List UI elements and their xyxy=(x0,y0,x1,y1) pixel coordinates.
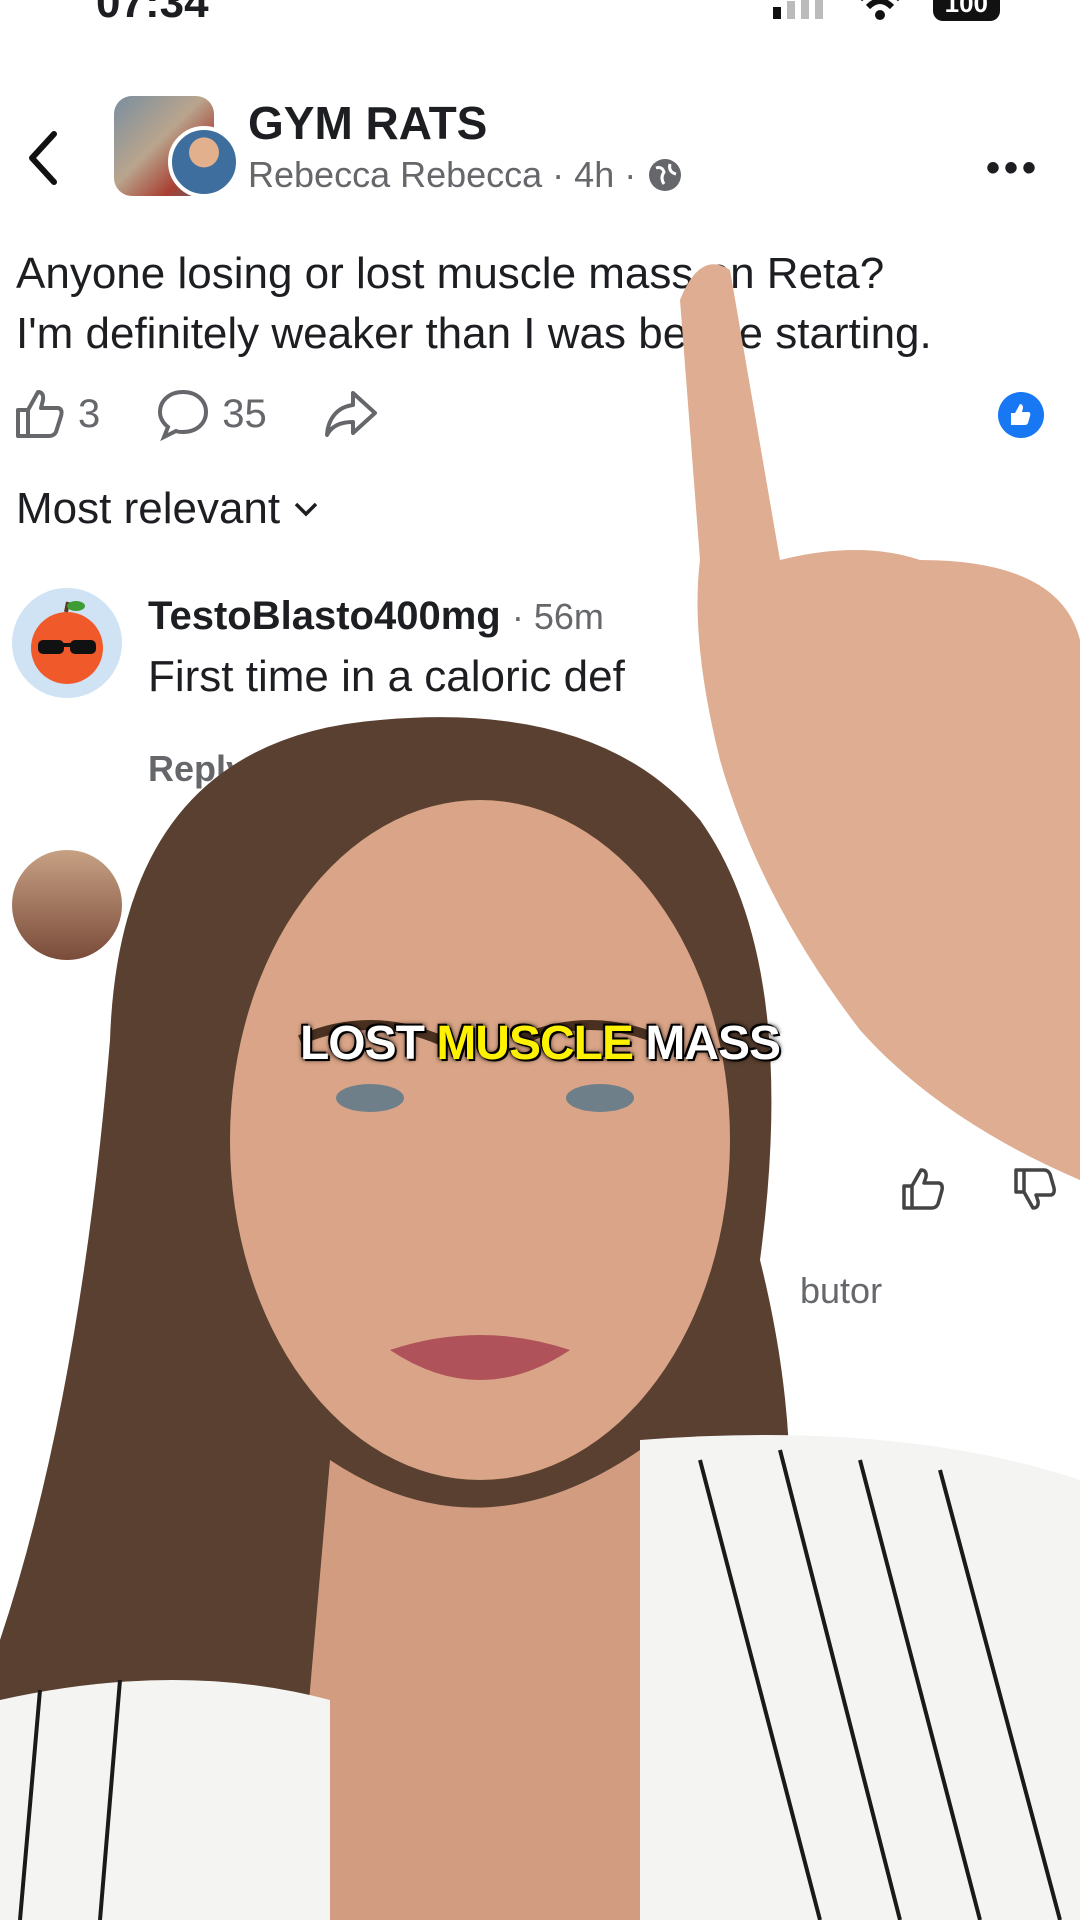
status-icons: 100 xyxy=(771,0,1000,21)
group-name[interactable]: GYM RATS xyxy=(248,96,487,150)
like-icon xyxy=(16,390,64,438)
post-actions: 3 35 xyxy=(14,384,1054,444)
comment-count: 35 xyxy=(222,391,267,436)
comment-time: · 56m xyxy=(511,596,604,637)
video-caption: LOST MUSCLE MASS xyxy=(0,1016,1080,1071)
reply-button[interactable]: Reply xyxy=(148,748,246,790)
caption-word: MASS xyxy=(645,1017,781,1070)
globe-icon xyxy=(649,159,682,191)
like-button[interactable]: 3 xyxy=(14,388,100,440)
back-icon[interactable] xyxy=(24,128,64,188)
avatar[interactable] xyxy=(12,850,122,960)
sort-dropdown[interactable]: Most relevant xyxy=(16,484,320,534)
comment-author-name[interactable]: TestoBlasto400mg xyxy=(148,594,501,638)
thumbs-up-icon[interactable] xyxy=(900,1166,946,1212)
like-count: 3 xyxy=(78,391,101,436)
caption-word: LOST xyxy=(299,1017,425,1070)
post-text-line: Anyone losing or lost muscle mass on Ret… xyxy=(16,249,885,298)
author-name[interactable]: Rebecca Rebecca xyxy=(248,154,542,196)
like-badge-icon xyxy=(998,392,1044,438)
status-bar: 07:34 100 xyxy=(0,0,1080,32)
sort-label: Most relevant xyxy=(16,484,281,533)
comment-icon xyxy=(158,389,209,441)
comment-author-name[interactable]: Hun xyxy=(148,856,226,901)
avatar[interactable] xyxy=(168,126,240,198)
comment-body: First time in a caloric def xyxy=(148,652,625,701)
avatar[interactable] xyxy=(12,588,122,698)
post-time: 4h xyxy=(574,154,615,195)
wifi-icon xyxy=(860,0,899,20)
more-icon[interactable]: ••• xyxy=(986,146,1040,191)
chevron-down-icon xyxy=(294,502,318,517)
contributor-label: butor xyxy=(800,1270,883,1311)
thumbs-down-icon[interactable] xyxy=(1012,1166,1058,1212)
post-text: Anyone losing or lost muscle mass on Ret… xyxy=(16,244,1066,364)
comment-body: Ea xyxy=(148,914,202,963)
share-icon xyxy=(324,391,377,437)
post-header: GYM RATS Rebecca Rebecca · 4h · ••• xyxy=(0,88,1080,208)
comment-button[interactable]: 35 xyxy=(156,387,267,441)
post-text-line: I'm definitely weaker than I was before … xyxy=(16,309,932,358)
share-button[interactable] xyxy=(323,389,379,439)
signal-icon xyxy=(772,0,823,19)
meta-separator: · xyxy=(624,154,637,195)
comment-author[interactable]: TestoBlasto400mg · 56m xyxy=(148,594,604,639)
battery-icon: 100 xyxy=(932,0,1000,21)
caption-highlight: MUSCLE xyxy=(436,1017,634,1070)
meta-separator: · xyxy=(552,154,565,195)
status-time: 07:34 xyxy=(96,0,209,27)
post-meta: Rebecca Rebecca · 4h · xyxy=(248,154,684,196)
